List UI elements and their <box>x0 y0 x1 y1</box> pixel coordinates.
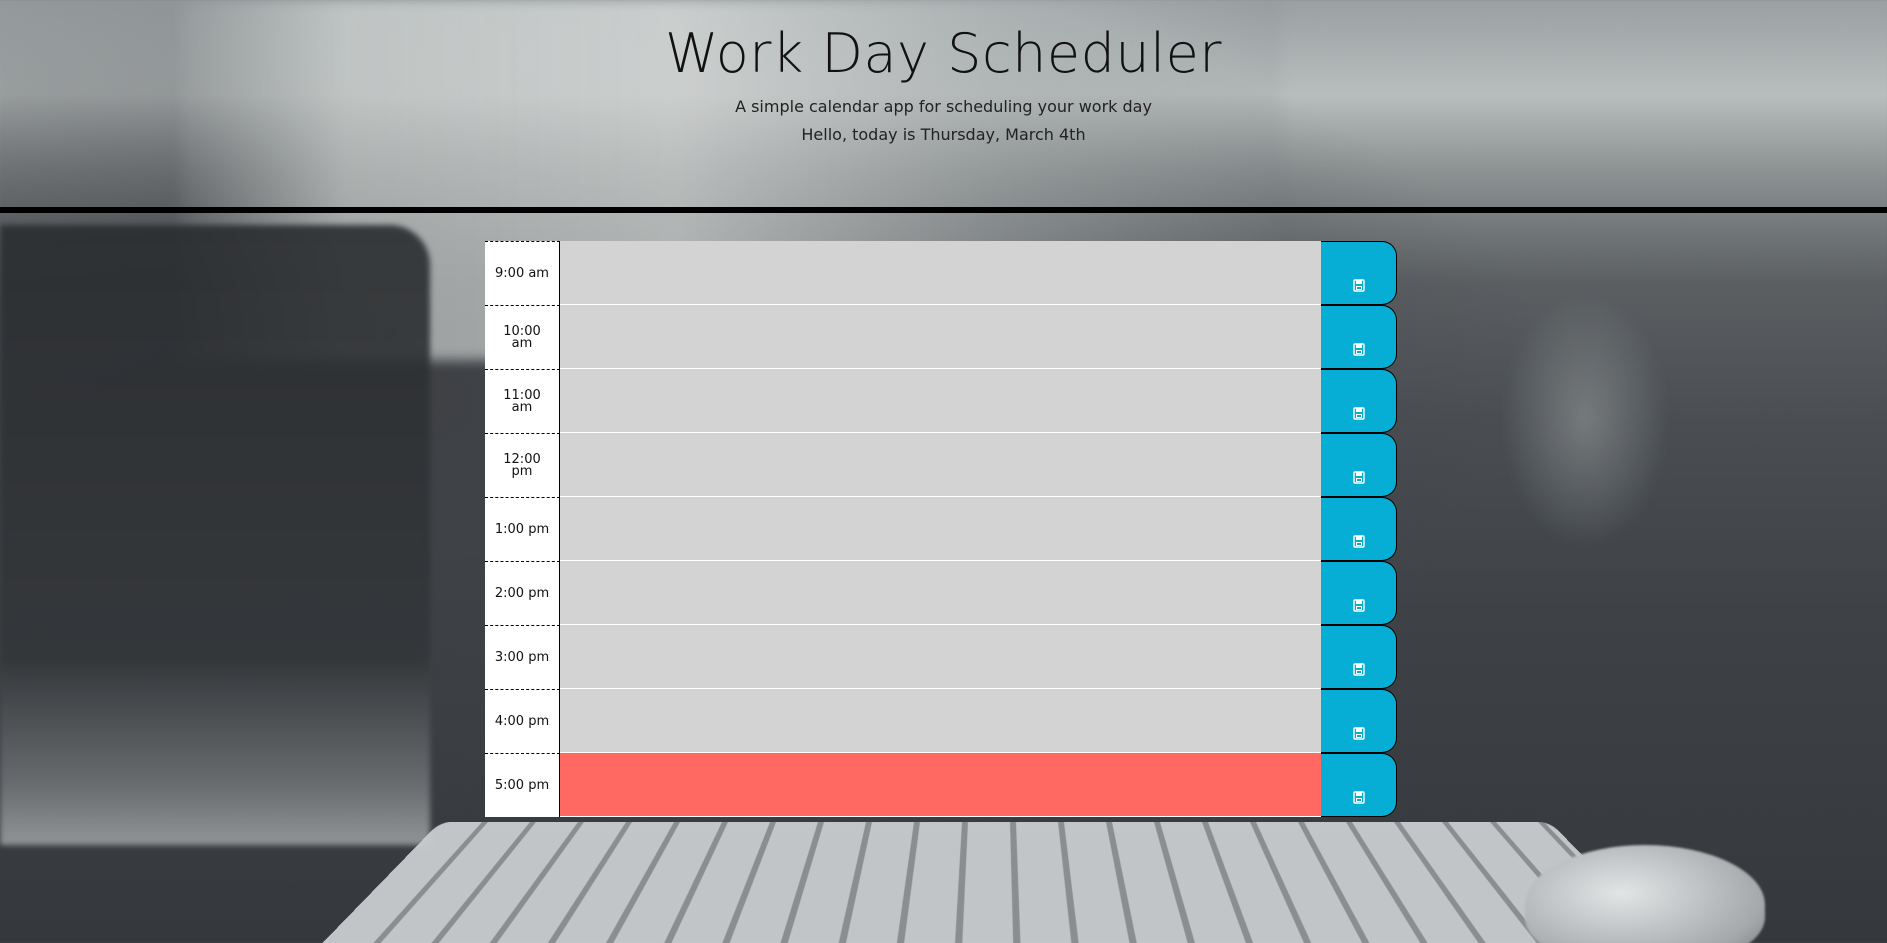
hour-text: 5:00 pm <box>494 777 550 793</box>
save-icon <box>1352 727 1365 740</box>
time-block-9am: 9:00 am <box>485 241 1397 305</box>
hour-label: 10:00 am <box>485 305 560 369</box>
save-button[interactable] <box>1321 497 1397 561</box>
save-icon <box>1352 663 1365 676</box>
time-block-10am: 10:00 am <box>485 305 1397 369</box>
page-subtitle: A simple calendar app for scheduling you… <box>735 97 1152 116</box>
hour-label: 5:00 pm <box>485 753 560 817</box>
hour-label: 11:00 am <box>485 369 560 433</box>
time-block-5pm: 5:00 pm <box>485 753 1397 817</box>
hour-text: 10:00 am <box>503 323 541 351</box>
background-keyboard <box>300 822 1690 943</box>
event-description-input[interactable] <box>560 753 1321 817</box>
hour-label: 1:00 pm <box>485 497 560 561</box>
event-description-input[interactable] <box>560 561 1321 625</box>
save-button[interactable] <box>1321 561 1397 625</box>
time-block-2pm: 2:00 pm <box>485 561 1397 625</box>
hour-label: 12:00 pm <box>485 433 560 497</box>
event-description-input[interactable] <box>560 241 1321 305</box>
save-button[interactable] <box>1321 369 1397 433</box>
save-button[interactable] <box>1321 241 1397 305</box>
event-description-input[interactable] <box>560 433 1321 497</box>
hour-text: 9:00 am <box>495 265 549 281</box>
hour-text: 12:00 pm <box>503 451 541 479</box>
time-block-4pm: 4:00 pm <box>485 689 1397 753</box>
event-description-input[interactable] <box>560 305 1321 369</box>
event-description-input[interactable] <box>560 625 1321 689</box>
save-button[interactable] <box>1321 689 1397 753</box>
event-description-input[interactable] <box>560 497 1321 561</box>
save-icon <box>1352 599 1365 612</box>
background-glass <box>1500 290 1670 550</box>
page-title: Work Day Scheduler <box>664 22 1223 85</box>
save-button[interactable] <box>1321 305 1397 369</box>
scheduler-container: 9:00 am 10:00 am 11:00 am 12:00 pm 1:00 … <box>485 241 1397 817</box>
save-icon <box>1352 343 1365 356</box>
event-description-input[interactable] <box>560 369 1321 433</box>
page-header: Work Day Scheduler A simple calendar app… <box>0 0 1887 213</box>
hour-text: 1:00 pm <box>494 521 550 537</box>
save-icon <box>1352 535 1365 548</box>
hour-label: 4:00 pm <box>485 689 560 753</box>
hour-text: 2:00 pm <box>494 585 550 601</box>
save-button[interactable] <box>1321 625 1397 689</box>
hour-text: 3:00 pm <box>494 649 550 665</box>
save-icon <box>1352 279 1365 292</box>
hour-text: 4:00 pm <box>494 713 550 729</box>
save-icon <box>1352 791 1365 804</box>
time-block-11am: 11:00 am <box>485 369 1397 433</box>
event-description-input[interactable] <box>560 689 1321 753</box>
save-icon <box>1352 407 1365 420</box>
time-block-1pm: 1:00 pm <box>485 497 1397 561</box>
time-block-12pm: 12:00 pm <box>485 433 1397 497</box>
hour-label: 3:00 pm <box>485 625 560 689</box>
time-block-3pm: 3:00 pm <box>485 625 1397 689</box>
hour-label: 2:00 pm <box>485 561 560 625</box>
background-laptop <box>0 225 430 845</box>
hour-label: 9:00 am <box>485 241 560 305</box>
save-icon <box>1352 471 1365 484</box>
save-button[interactable] <box>1321 753 1397 817</box>
current-day: Hello, today is Thursday, March 4th <box>801 125 1086 144</box>
save-button[interactable] <box>1321 433 1397 497</box>
hour-text: 11:00 am <box>503 387 541 415</box>
